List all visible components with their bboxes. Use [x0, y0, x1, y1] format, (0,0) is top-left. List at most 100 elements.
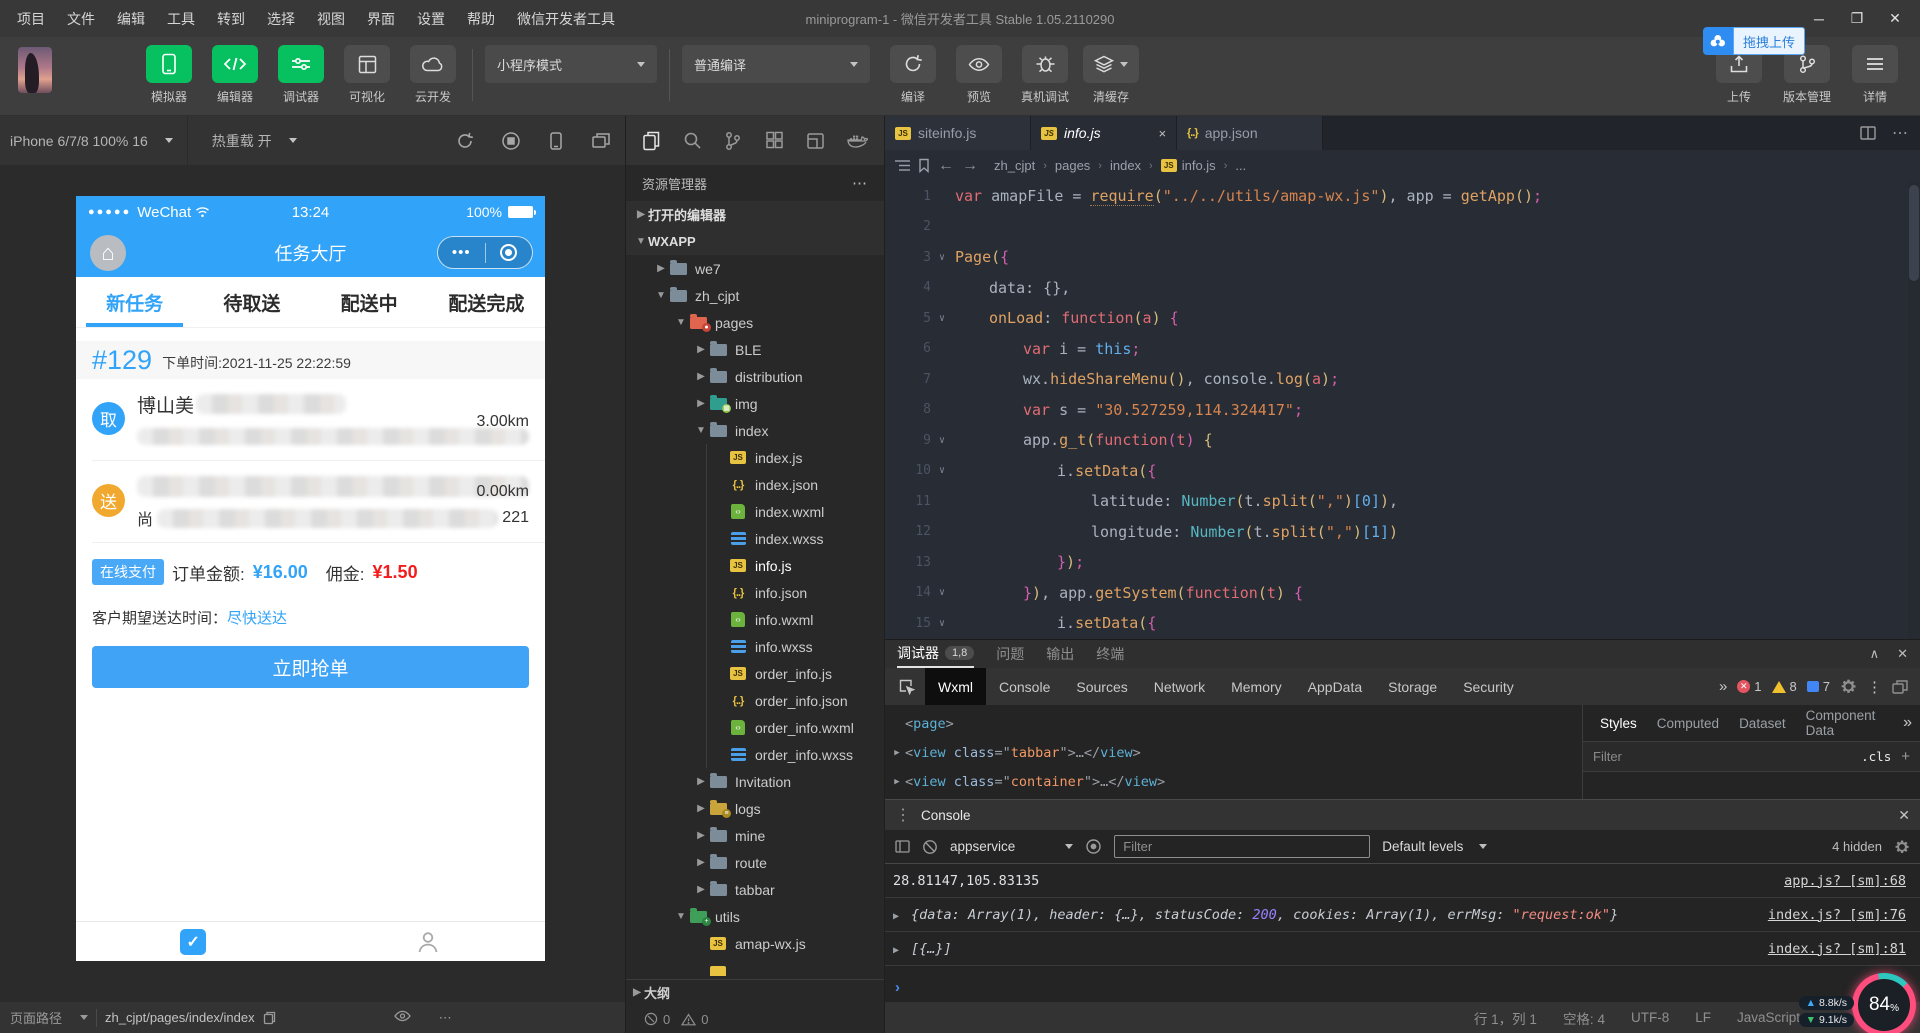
toolbar-button-编辑器[interactable]: 编辑器 — [208, 45, 262, 105]
drag-upload-badge[interactable]: 拖拽上传 — [1703, 27, 1805, 55]
device-select[interactable]: iPhone 6/7/8 100% 16 — [0, 133, 173, 149]
editor-tab-siteinfo.js[interactable]: JSsiteinfo.js — [885, 116, 1031, 150]
language-mode[interactable]: JavaScript — [1737, 1010, 1800, 1025]
styles-filter-input[interactable]: Filter — [1593, 749, 1851, 764]
devtools-tab-Security[interactable]: Security — [1450, 668, 1527, 705]
pickup-section[interactable]: 取 博山美 3.00km — [76, 379, 545, 460]
maximize-icon[interactable]: ❐ — [1842, 6, 1872, 32]
overflow-tabs-icon[interactable]: » — [1719, 678, 1727, 695]
nav-forward-icon[interactable]: → — [962, 157, 978, 175]
toolbar-button-调试器[interactable]: 调试器 — [274, 45, 328, 105]
tree-item-order_info.wxss[interactable]: order_info.wxss — [626, 741, 884, 768]
source-link[interactable]: app.js? [sm]:68 — [1784, 873, 1906, 889]
compile-select[interactable]: 普通编译 — [682, 45, 870, 83]
minimize-icon[interactable]: ─ — [1804, 6, 1834, 32]
home-button[interactable]: ⌂ — [90, 235, 126, 271]
toolbar-button-编译[interactable]: 编译 — [886, 45, 940, 105]
console-message[interactable]: 28.81147,105.83135 app.js? [sm]:68 — [885, 864, 1920, 898]
collapse-panel-icon[interactable]: ∧ — [1870, 646, 1880, 662]
delivery-section[interactable]: 送 尚 221 0.00km — [76, 461, 545, 542]
bookmark-icon[interactable] — [918, 158, 930, 173]
source-link[interactable]: index.js? [sm]:76 — [1768, 907, 1906, 923]
close-icon[interactable]: ✕ — [1880, 6, 1910, 32]
console-settings-icon[interactable] — [1894, 839, 1910, 855]
new-style-rule-icon[interactable]: + — [1901, 748, 1910, 765]
menu-item[interactable]: 视图 — [308, 5, 354, 33]
menu-item[interactable]: 设置 — [408, 5, 454, 33]
tree-item-amap-wx.js[interactable]: JSamap-wx.js — [626, 930, 884, 957]
page-path-value[interactable]: zh_cjpt/pages/index/index — [105, 1010, 255, 1025]
context-select[interactable]: appservice — [950, 839, 1073, 854]
panel-tab-问题[interactable]: 问题 — [996, 640, 1024, 668]
exit-button[interactable] — [486, 244, 533, 261]
wxml-node[interactable]: ▶ <view class="tabbar">…</view> — [889, 738, 1582, 767]
fold-arrow-icon[interactable]: ∨ — [931, 313, 953, 324]
editor-tab-info.js[interactable]: JSinfo.js× — [1031, 116, 1177, 150]
grab-order-button[interactable]: 立即抢单 — [92, 646, 529, 688]
tree-item-tabbar[interactable]: ▶ tabbar — [626, 876, 884, 903]
styles-tab-Component Data[interactable]: Component Data — [1797, 708, 1902, 738]
stop-icon[interactable] — [501, 131, 521, 151]
fold-arrow-icon[interactable]: ∨ — [931, 252, 953, 263]
close-drawer-icon[interactable]: ✕ — [1898, 807, 1910, 824]
tree-item-zh_cjpt[interactable]: ▼ zh_cjpt — [626, 282, 884, 309]
profile-tab[interactable] — [311, 922, 546, 961]
console-message[interactable]: ▶ [{…}] index.js? [sm]:81 — [885, 932, 1920, 966]
remote-window-icon[interactable] — [806, 132, 825, 150]
tree-item-index.js[interactable]: JSindex.js — [626, 444, 884, 471]
more-button[interactable]: ••• — [438, 248, 485, 258]
menu-item[interactable]: 项目 — [8, 5, 54, 33]
order-tab-配送中[interactable]: 配送中 — [311, 277, 428, 327]
editor-scrollbar[interactable] — [1908, 181, 1920, 639]
copy-icon[interactable] — [263, 1011, 276, 1025]
performance-gauge[interactable]: 84% — [1852, 973, 1916, 1033]
mode-select[interactable]: 小程序模式 — [485, 45, 657, 83]
tree-section-打开的编辑器[interactable]: ▶ 打开的编辑器 — [626, 201, 884, 228]
encoding[interactable]: UTF-8 — [1631, 1010, 1669, 1025]
info-badge[interactable]: 7 — [1807, 679, 1830, 694]
devtools-tab-Wxml[interactable]: Wxml — [925, 668, 986, 705]
devtools-tab-Console[interactable]: Console — [986, 668, 1063, 705]
dock-side-icon[interactable] — [1892, 680, 1908, 694]
error-badge[interactable]: ✕1 — [1737, 679, 1761, 694]
tree-item-distribution[interactable]: ▶ distribution — [626, 363, 884, 390]
user-avatar[interactable] — [18, 47, 52, 93]
breadcrumb-item[interactable]: ... — [1235, 158, 1246, 173]
breadcrumb-item[interactable]: pages — [1055, 158, 1090, 173]
cls-toggle[interactable]: .cls — [1861, 749, 1891, 764]
breadcrumb-item[interactable]: JSinfo.js — [1161, 158, 1216, 173]
tree-item-info.js[interactable]: JSinfo.js — [626, 552, 884, 579]
nav-back-icon[interactable]: ← — [938, 157, 954, 175]
toolbar-button-可视化[interactable]: 可视化 — [340, 45, 394, 105]
styles-tab-Styles[interactable]: Styles — [1591, 716, 1646, 731]
tree-item-img[interactable]: ▶ ▦img — [626, 390, 884, 417]
clear-console-icon[interactable] — [922, 839, 938, 855]
tree-item-info.wxss[interactable]: info.wxss — [626, 633, 884, 660]
fold-arrow-icon[interactable]: ∨ — [931, 587, 953, 598]
menu-item[interactable]: 编辑 — [108, 5, 154, 33]
tree-item-index.json[interactable]: {..}index.json — [626, 471, 884, 498]
tree-item-index[interactable]: ▼ index — [626, 417, 884, 444]
more-actions-icon[interactable]: ⋯ — [1892, 123, 1908, 143]
tree-item-Invitation[interactable]: ▶ Invitation — [626, 768, 884, 795]
toolbar-button-模拟器[interactable]: 模拟器 — [142, 45, 196, 105]
order-header[interactable]: #129 下单时间:2021-11-25 22:22:59 — [76, 341, 545, 379]
panel-tab-输出[interactable]: 输出 — [1046, 640, 1074, 668]
page-path-label[interactable]: 页面路径 — [10, 1008, 62, 1027]
styles-tab-Computed[interactable]: Computed — [1648, 716, 1728, 731]
panel-tab-调试器[interactable]: 调试器1,8 — [897, 640, 974, 668]
overflow-tabs-icon[interactable]: » — [1903, 714, 1912, 732]
tasks-tab[interactable]: ✓ — [76, 922, 311, 961]
fold-arrow-icon[interactable]: ∨ — [931, 618, 953, 629]
toolbar-button-云开发[interactable]: 云开发 — [406, 45, 460, 105]
multi-window-icon[interactable] — [591, 132, 611, 150]
console-message[interactable]: ▶ {data: Array(1), header: {…}, statusCo… — [885, 898, 1920, 932]
kebab-menu-icon[interactable]: ⋮ — [1867, 678, 1882, 696]
eye-icon[interactable] — [394, 1010, 411, 1026]
tree-item-mine[interactable]: ▶ mine — [626, 822, 884, 849]
close-tab-icon[interactable]: × — [1158, 126, 1166, 141]
menu-item[interactable]: 工具 — [158, 5, 204, 33]
code-editor[interactable]: 1 var amapFile = require("../../utils/am… — [885, 181, 1920, 639]
warning-badge[interactable]: 8 — [1772, 679, 1797, 694]
drawer-handle-icon[interactable]: ⋮ — [895, 805, 911, 825]
